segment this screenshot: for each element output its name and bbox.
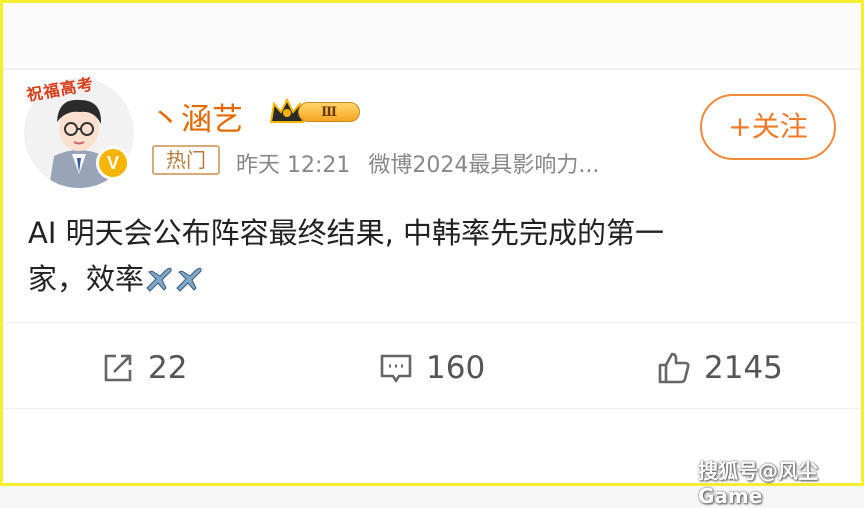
- top-divider: [3, 68, 861, 70]
- level-number: Ⅲ: [298, 102, 360, 122]
- action-bar-divider: [3, 408, 861, 409]
- post-text-line-1: AI 明天会公布阵容最终结果, 中韩率先完成的第一: [28, 216, 665, 250]
- content-divider: [3, 322, 861, 323]
- like-count: 2145: [704, 350, 783, 386]
- post-time: 昨天 12:21: [236, 153, 351, 178]
- post-source[interactable]: 微博2024最具影响力...: [368, 153, 599, 178]
- airplane-emoji-icon: [176, 267, 202, 292]
- post-text-line-2: 家，效率: [28, 256, 828, 302]
- repost-icon: [104, 354, 132, 382]
- post-meta: 昨天 12:21 微博2024最具影响力...: [236, 147, 617, 179]
- hot-tag: 热门: [152, 145, 220, 175]
- username[interactable]: 丶涵艺: [150, 94, 243, 139]
- verified-badge-icon: V: [96, 146, 130, 180]
- repost-button[interactable]: 22: [100, 348, 187, 388]
- top-blank-area: [3, 3, 861, 65]
- comment-icon: [380, 354, 412, 383]
- follow-button[interactable]: +关注: [700, 94, 836, 160]
- like-button[interactable]: 2145: [656, 348, 783, 388]
- post-text-line-2-text: 家，效率: [28, 262, 145, 296]
- thumbs-up-icon: [658, 352, 690, 384]
- watermark: 搜狐号@风尘Game: [698, 459, 818, 508]
- airplane-emoji-icon: [146, 267, 172, 292]
- repost-count: 22: [148, 350, 188, 386]
- comment-button[interactable]: 160: [378, 348, 485, 388]
- comment-count: 160: [426, 350, 486, 386]
- post-text: AI 明天会公布阵容最终结果, 中韩率先完成的第一 家，效率: [28, 210, 828, 302]
- level-badge[interactable]: Ⅲ: [268, 96, 363, 126]
